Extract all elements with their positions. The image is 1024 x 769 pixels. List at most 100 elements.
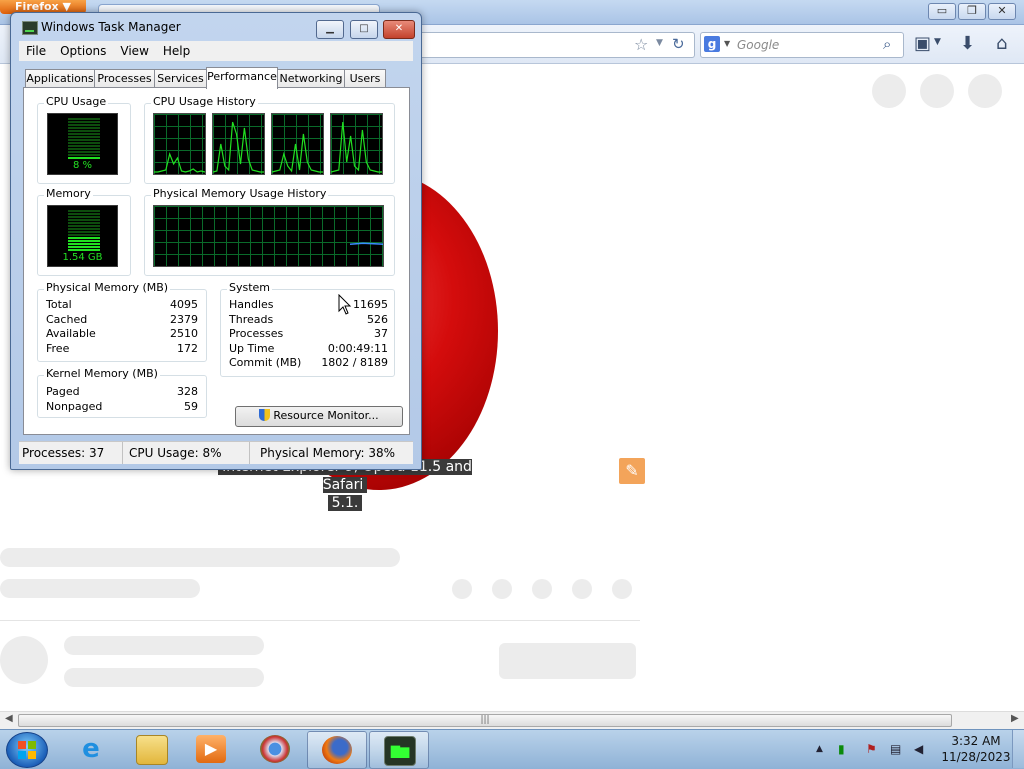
meter-segment <box>68 139 100 141</box>
meter-segment <box>68 133 100 135</box>
google-engine-icon[interactable]: g <box>704 36 720 52</box>
divider <box>0 620 640 621</box>
resource-monitor-button[interactable]: Resource Monitor... <box>235 406 403 427</box>
action-placeholder <box>492 579 512 599</box>
row-label: Threads <box>229 312 274 326</box>
minimize-button[interactable]: ▁ <box>316 20 344 39</box>
memory-meter: 1.54 GB <box>47 205 118 267</box>
horizontal-scrollbar[interactable]: ◀ ||| ▶ <box>0 711 1024 729</box>
row-label: Processes <box>229 327 284 340</box>
clock-time: 3:32 AM <box>951 734 1001 748</box>
status-bar: Processes: 37 CPU Usage: 8% Physical Mem… <box>19 441 413 464</box>
minimize-button[interactable]: ▭ <box>928 3 956 20</box>
row-value: 526 <box>367 312 388 326</box>
search-box[interactable]: g ▼ Google ⌕ <box>700 32 904 58</box>
show-hidden-icons-arrow[interactable]: ▲ <box>816 744 823 754</box>
menu-view[interactable]: View <box>113 41 155 61</box>
memory-bars <box>68 210 100 252</box>
cpu-meter-icon[interactable]: ▮ <box>838 742 845 756</box>
clock[interactable]: 3:32 AM 11/28/2023 <box>936 733 1016 765</box>
list-item: Commit (MB) 1802 / 8189 <box>229 356 388 371</box>
chevron-down-icon[interactable]: ▼ <box>934 37 941 47</box>
avatar-placeholder <box>968 74 1002 108</box>
action-center-icon[interactable]: ⚑ <box>866 742 877 756</box>
volume-icon[interactable]: ◀ <box>914 742 923 756</box>
row-label: Paged <box>46 385 80 398</box>
kernel-memory-group: Kernel Memory (MB) Paged 328 Nonpaged 59 <box>37 367 207 418</box>
home-icon[interactable]: ⌂ <box>996 33 1007 54</box>
bookmarks-icon[interactable]: ▣ <box>914 33 931 54</box>
memory-history-group: Physical Memory Usage History <box>144 187 395 276</box>
taskbar-firefox[interactable] <box>307 731 367 769</box>
memory-title: Memory <box>44 187 93 200</box>
cpu-usage-bars <box>68 118 100 160</box>
tab-networking[interactable]: Networking <box>277 69 345 88</box>
menu-help[interactable]: Help <box>156 41 197 61</box>
close-button[interactable]: ✕ <box>383 20 415 39</box>
list-item: Up Time 0:00:49:11 <box>229 342 388 357</box>
close-button[interactable]: ✕ <box>988 3 1016 20</box>
tab-processes[interactable]: Processes <box>94 69 155 88</box>
cpu-history-line <box>272 133 323 173</box>
system-list: Handles 11695 Threads 526 Processes 37 Up T… <box>229 298 388 372</box>
windows-flag-icon <box>18 741 36 759</box>
show-desktop-button[interactable] <box>1012 730 1024 768</box>
tab-performance[interactable]: Performance <box>206 67 278 89</box>
url-bar[interactable]: ☆ ▼ ↻ <box>380 32 695 58</box>
row-label: Nonpaged <box>46 400 103 413</box>
memory-history-graph <box>153 205 384 267</box>
downloads-icon[interactable]: ⬇ <box>960 33 975 54</box>
tab-services[interactable]: Services <box>154 69 207 88</box>
taskbar-explorer[interactable] <box>122 731 180 767</box>
search-icon[interactable]: ⌕ <box>883 35 891 53</box>
cpu-history-group: CPU Usage History <box>144 95 395 184</box>
meter-segment <box>68 237 100 239</box>
row-value: 37 <box>374 327 388 340</box>
dropdown-icon[interactable]: ▼ <box>656 38 663 48</box>
maximize-button[interactable]: □ <box>350 20 378 39</box>
menu-options[interactable]: Options <box>53 41 113 61</box>
system-title: System <box>227 281 273 294</box>
row-value: 172 <box>177 341 198 355</box>
text-placeholder <box>0 579 200 598</box>
restore-button[interactable]: ❐ <box>958 3 986 20</box>
meter-segment <box>68 240 100 242</box>
cpu-history-line <box>154 152 205 173</box>
meter-segment <box>68 225 100 227</box>
cpu-history-line <box>213 121 264 173</box>
edit-icon[interactable]: ✎ <box>619 458 645 484</box>
scrollbar-thumb[interactable]: ||| <box>18 714 952 727</box>
row-label: Free <box>46 341 70 355</box>
row-value: 1802 / 8189 <box>321 356 388 369</box>
media-player-icon: ▶ <box>196 735 226 763</box>
row-value: 59 <box>184 400 198 413</box>
taskbar-internet-explorer[interactable]: e <box>62 731 120 767</box>
list-item: Available 2510 <box>46 327 198 342</box>
taskbar-task-manager[interactable]: ▇▆ <box>369 731 429 769</box>
search-placeholder[interactable]: Google <box>737 38 779 52</box>
scroll-right-icon[interactable]: ▶ <box>1011 713 1019 724</box>
network-icon[interactable]: ▤ <box>890 742 901 756</box>
meter-segment <box>68 210 100 212</box>
list-item: Processes 37 <box>229 327 388 342</box>
star-icon[interactable]: ☆ <box>634 35 648 54</box>
chevron-down-icon[interactable]: ▼ <box>724 39 730 48</box>
meter-segment <box>68 121 100 123</box>
row-value: 2379 <box>170 312 198 326</box>
tab-applications[interactable]: Applications <box>25 69 95 88</box>
reload-icon[interactable]: ↻ <box>672 35 685 53</box>
performance-panel: CPU Usage 8 % CPU Usage History Memory 1… <box>23 87 410 435</box>
caption-line-2: 5.1. <box>327 495 363 511</box>
meter-segment <box>68 213 100 215</box>
menu-file[interactable]: File <box>19 41 53 61</box>
tab-users[interactable]: Users <box>344 69 386 88</box>
action-placeholder <box>572 579 592 599</box>
uac-shield-icon <box>259 409 271 421</box>
row-label: Handles <box>229 298 274 311</box>
meter-segment <box>68 216 100 218</box>
scroll-left-icon[interactable]: ◀ <box>5 713 13 724</box>
taskbar-media-player[interactable]: ▶ <box>182 731 240 767</box>
start-button[interactable] <box>6 732 48 768</box>
taskbar-chrome[interactable] <box>246 731 304 767</box>
meter-segment <box>68 219 100 221</box>
